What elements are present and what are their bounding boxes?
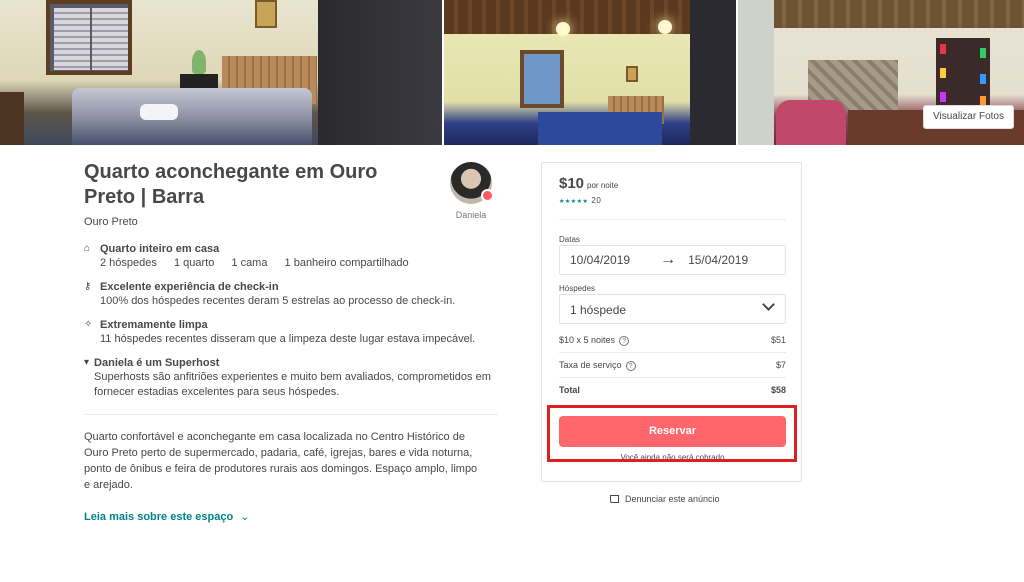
check-in-input[interactable]: 10/04/2019 [570,253,630,267]
feature-details: 2 hóspedes 1 quarto 1 cama 1 banheiro co… [100,256,423,271]
divider [84,414,498,415]
per-night-label: por noite [587,181,619,190]
feature-item: ▾ Daniela é um Superhost Superhosts são … [84,356,499,400]
lamp [192,50,206,74]
guests-label: Hóspedes [559,284,596,293]
key-icon: ⚷ [84,281,92,292]
bathrooms-count: 1 banheiro compartilhado [284,257,409,269]
listing-description: Quarto confortável e aconchegante em cas… [84,431,478,491]
nights-amount: $51 [770,335,786,345]
feature-description: Superhosts são anfitriões experientes e … [94,371,491,398]
service-fee-amount: $7 [775,360,786,370]
date-range-picker[interactable]: 10/04/2019 → 15/04/2019 [559,245,786,275]
star-rating-icon: ★★★★★ [559,199,589,205]
price-value: $10 [559,175,585,192]
bed [538,112,663,145]
price: $10 por noite [559,175,618,192]
dates-label: Datas [559,235,580,244]
wall-picture [255,0,277,28]
home-icon: ⌂ [84,243,91,254]
report-label[interactable]: Denunciar este anúncio [625,494,720,504]
photo-bedroom-2[interactable] [444,0,736,145]
bed [72,88,312,145]
photo-bedroom-1[interactable] [0,0,443,145]
medal-icon: ▾ [84,357,90,368]
chevron-down-icon[interactable] [762,298,775,311]
feature-item: ⚷ Excelente experiência de check-in 100%… [84,280,499,309]
feature-heading: Quarto inteiro em casa [100,243,220,255]
view-photos-button[interactable]: Visualizar Fotos [923,105,1014,129]
dark-wall [318,0,443,145]
towels [140,104,178,120]
rating[interactable]: ★★★★★ 20 [559,196,601,205]
feature-heading: Excelente experiência de check-in [100,281,279,293]
wall [737,0,774,145]
window [520,50,565,108]
flag-icon[interactable] [610,495,619,503]
host-name[interactable]: Daniela [446,210,496,220]
price-total: Total $58 [559,385,786,395]
feature-item: ⌂ Quarto inteiro em casa 2 hóspedes 1 qu… [84,242,499,271]
door [690,0,736,145]
service-fee-label: Taxa de serviço [559,360,622,370]
avatar[interactable] [450,162,494,204]
total-amount: $58 [770,385,786,395]
guests-count: 2 hóspedes [100,257,157,269]
beds-count: 1 cama [231,257,268,269]
highlight-annotation [547,405,797,462]
guests-value[interactable]: 1 hóspede [570,303,626,317]
total-label: Total [559,385,580,395]
chevron-down-icon[interactable]: ⌄ [240,511,249,523]
listing-title: Quarto aconchegante em Ouro Preto | Barr… [84,161,378,208]
report-listing-link[interactable]: Denunciar este anúncio [610,494,720,504]
feature-description: 11 hóspedes recentes disseram que a limp… [100,333,476,345]
sparkle-icon: ✧ [84,319,93,330]
host-profile[interactable]: Daniela [446,162,496,220]
bedrooms-count: 1 quarto [173,257,215,269]
arrow-right-icon: → [660,251,677,268]
feature-description: 100% dos hóspedes recentes deram 5 estre… [100,295,456,307]
check-out-input[interactable]: 15/04/2019 [688,253,748,267]
divider [559,352,786,353]
listing-details: Quarto aconchegante em Ouro Preto | Barr… [84,160,499,523]
listing-city[interactable]: Ouro Preto [84,216,499,228]
chair [0,92,24,145]
wood-ceiling [737,0,1024,28]
review-count[interactable]: 20 [591,196,601,205]
window [46,0,132,75]
wall-picture [626,66,639,82]
photo-gallery[interactable]: Visualizar Fotos [0,0,1024,145]
read-more-link[interactable]: Leia mais sobre este espaço ⌄ [84,510,499,523]
divider [559,377,786,378]
feature-heading: Extremamente limpa [100,319,208,331]
pillows [775,100,846,145]
read-more-label[interactable]: Leia mais sobre este espaço [84,511,233,523]
stained-glass-door [935,38,990,110]
help-icon[interactable]: ? [625,360,636,371]
price-breakdown-service: Taxa de serviço? $7 [559,360,786,371]
feature-list: ⌂ Quarto inteiro em casa 2 hóspedes 1 qu… [84,242,499,400]
superhost-badge-icon [481,189,494,202]
price-breakdown-nights: $10 x 5 noites? $51 [559,335,786,346]
feature-heading: Daniela é um Superhost [94,357,220,369]
guests-select[interactable]: 1 hóspede [559,294,786,324]
divider [559,219,786,220]
help-icon[interactable]: ? [619,335,630,346]
feature-item: ✧ Extremamente limpa 11 hóspedes recente… [84,318,499,347]
nights-label: $10 x 5 noites [559,335,616,345]
